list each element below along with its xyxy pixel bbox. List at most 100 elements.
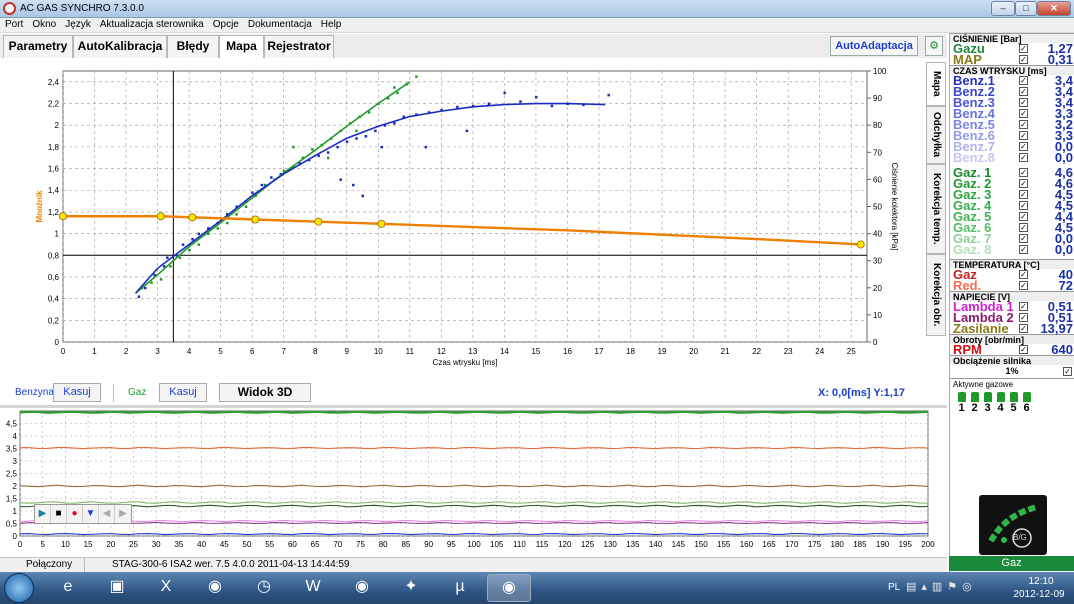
show-checkbox[interactable]: ✓ bbox=[1019, 234, 1028, 243]
pin-icon[interactable]: ✦ bbox=[389, 574, 433, 602]
benzyna-point bbox=[519, 100, 522, 103]
menu-okno[interactable]: Okno bbox=[27, 18, 60, 30]
clock-time[interactable]: 12:10 bbox=[1010, 576, 1072, 587]
language-indicator[interactable]: PL bbox=[888, 582, 900, 593]
x-tick-label: 5 bbox=[40, 540, 45, 549]
menu-jezyk[interactable]: Język bbox=[60, 18, 95, 30]
play-icon[interactable]: ▶ bbox=[35, 505, 51, 523]
show-checkbox[interactable]: ✓ bbox=[1019, 76, 1028, 85]
y2-tick-label: 60 bbox=[873, 175, 882, 184]
show-checkbox[interactable]: ✓ bbox=[1019, 120, 1028, 129]
injector-icon bbox=[1022, 392, 1031, 402]
gaz-mode-indicator[interactable]: Gaz bbox=[949, 556, 1074, 571]
load-checkbox[interactable]: ✓ bbox=[1063, 367, 1072, 376]
maximize-button[interactable]: □ bbox=[1015, 1, 1037, 16]
reading-label: MAP bbox=[953, 52, 982, 67]
app-icon[interactable]: ◉ bbox=[193, 574, 237, 602]
bg-switch[interactable]: B/G bbox=[979, 495, 1047, 555]
vtab-mapa[interactable]: Mapa bbox=[926, 62, 946, 106]
autoadaptacja-button[interactable]: AutoAdaptacja bbox=[830, 36, 918, 56]
menu-opcje[interactable]: Opcje bbox=[208, 18, 243, 30]
benzyna-point bbox=[326, 151, 330, 154]
close-button[interactable]: ✕ bbox=[1037, 1, 1071, 16]
benzyna-kasuj-button[interactable]: Kasuj bbox=[53, 383, 101, 402]
reading-value: 0,0 bbox=[1054, 242, 1073, 257]
x-tick-label: 11 bbox=[406, 347, 415, 356]
benzyna-point bbox=[355, 137, 358, 140]
y-tick-label: 1 bbox=[55, 230, 60, 239]
show-checkbox[interactable]: ✓ bbox=[1019, 87, 1028, 96]
system-tray-icons[interactable]: ▤▴▥⚑◎ bbox=[906, 580, 977, 593]
multiplier-point[interactable] bbox=[377, 219, 386, 228]
injector-icon bbox=[996, 392, 1005, 402]
tab-autokalibracja[interactable]: AutoKalibracja bbox=[73, 35, 167, 58]
ie-icon[interactable]: e bbox=[46, 574, 90, 602]
gaz-point bbox=[415, 75, 418, 78]
tab-parametry[interactable]: Parametry bbox=[3, 35, 73, 58]
tab-rejestrator[interactable]: Rejestrator bbox=[264, 35, 334, 58]
x-tick-label: 175 bbox=[808, 540, 822, 549]
gaz-kasuj-button[interactable]: Kasuj bbox=[159, 383, 207, 402]
record-icon[interactable]: ● bbox=[67, 505, 83, 523]
show-checkbox[interactable]: ✓ bbox=[1019, 223, 1028, 232]
show-checkbox[interactable]: ✓ bbox=[1019, 324, 1028, 333]
start-button[interactable] bbox=[4, 573, 34, 603]
acgas-icon[interactable]: ◉ bbox=[487, 574, 531, 602]
show-checkbox[interactable]: ✓ bbox=[1019, 302, 1028, 311]
show-checkbox[interactable]: ✓ bbox=[1019, 131, 1028, 140]
map-chart[interactable]: 0 1 2 3 4 5 6 7 8 9 10 11 12 13 14 15 16 17 18 19 20 21 22 23 24… bbox=[0, 58, 924, 380]
multiplier-point[interactable] bbox=[314, 217, 323, 226]
gaz-point bbox=[178, 256, 182, 259]
explorer-icon[interactable]: ▣ bbox=[95, 574, 139, 602]
multiplier-point[interactable] bbox=[156, 212, 165, 221]
show-checkbox[interactable]: ✓ bbox=[1019, 212, 1028, 221]
clock-icon[interactable]: ◷ bbox=[242, 574, 286, 602]
multiplier-point[interactable] bbox=[251, 215, 260, 224]
recorder-chart[interactable]: 0 5 10 15 20 25 30 35 40 45 50 55 60 65 70 75 80 85 90 95 10… bbox=[0, 408, 947, 556]
show-checkbox[interactable]: ✓ bbox=[1019, 142, 1028, 151]
show-checkbox[interactable]: ✓ bbox=[1019, 98, 1028, 107]
x-tick-label: 190 bbox=[876, 540, 890, 549]
show-checkbox[interactable]: ✓ bbox=[1019, 190, 1028, 199]
vtab-korekcja-temp[interactable]: Korekcja temp. bbox=[926, 164, 946, 254]
show-checkbox[interactable]: ✓ bbox=[1019, 201, 1028, 210]
autoadapt-settings-icon[interactable]: ⚙ bbox=[925, 36, 943, 56]
multiplier-point[interactable] bbox=[188, 213, 197, 222]
word-icon[interactable]: W bbox=[291, 574, 335, 602]
show-checkbox[interactable]: ✓ bbox=[1019, 245, 1028, 254]
tab-bledy[interactable]: Błędy bbox=[167, 35, 219, 58]
show-checkbox[interactable]: ✓ bbox=[1019, 55, 1028, 64]
widok-3d-button[interactable]: Widok 3D bbox=[219, 383, 311, 402]
show-checkbox[interactable]: ✓ bbox=[1019, 44, 1028, 53]
menu-aktualizacja[interactable]: Aktualizacja sterownika bbox=[95, 18, 208, 30]
multiplier-point[interactable] bbox=[59, 212, 68, 221]
vtab-korekcja-obr[interactable]: Korekcja obr. bbox=[926, 254, 946, 336]
show-checkbox[interactable]: ✓ bbox=[1019, 109, 1028, 118]
excel-icon[interactable]: X bbox=[144, 574, 188, 602]
next-icon[interactable]: ▶ bbox=[115, 505, 131, 523]
show-checkbox[interactable]: ✓ bbox=[1019, 313, 1028, 322]
stop-icon[interactable]: ■ bbox=[51, 505, 67, 523]
vtab-odchylka[interactable]: Odchyłka bbox=[926, 106, 946, 164]
show-checkbox[interactable]: ✓ bbox=[1019, 281, 1028, 290]
show-checkbox[interactable]: ✓ bbox=[1019, 345, 1028, 354]
menu-dokumentacja[interactable]: Dokumentacja bbox=[243, 18, 316, 30]
x-tick-label: 10 bbox=[61, 540, 70, 549]
menu-help[interactable]: Help bbox=[316, 18, 346, 30]
show-checkbox[interactable]: ✓ bbox=[1019, 270, 1028, 279]
save-record-icon[interactable]: ▼ bbox=[83, 505, 99, 523]
show-checkbox[interactable]: ✓ bbox=[1019, 168, 1028, 177]
firefox-icon[interactable]: ◉ bbox=[340, 574, 384, 602]
clock-date[interactable]: 2012-12-09 bbox=[1006, 589, 1072, 600]
show-checkbox[interactable]: ✓ bbox=[1019, 179, 1028, 188]
show-checkbox[interactable]: ✓ bbox=[1019, 153, 1028, 162]
minimize-button[interactable]: – bbox=[991, 1, 1015, 16]
y-tick-label: 1,5 bbox=[6, 495, 18, 504]
x-tick-label: 35 bbox=[174, 540, 183, 549]
menu-port[interactable]: Port bbox=[0, 18, 27, 30]
injector-number: 6 bbox=[1023, 402, 1030, 414]
multiplier-point[interactable] bbox=[856, 240, 865, 249]
utorrent-icon[interactable]: µ bbox=[438, 574, 482, 602]
prev-icon[interactable]: ◀ bbox=[99, 505, 115, 523]
tab-mapa[interactable]: Mapa bbox=[219, 35, 264, 58]
